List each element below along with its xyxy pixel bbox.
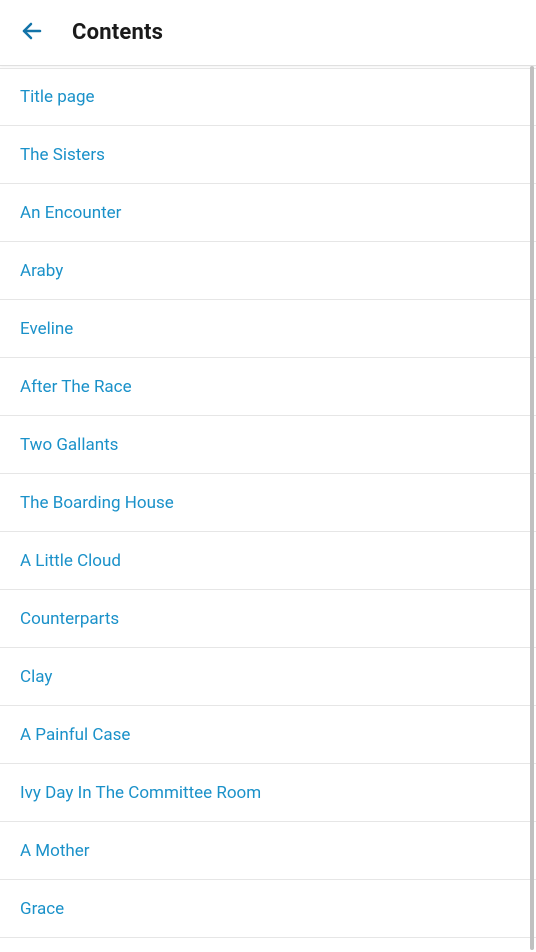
toc-item-label: Ivy Day In The Committee Room: [20, 783, 261, 803]
toc-item-an-encounter[interactable]: An Encounter: [0, 184, 536, 242]
toc-item-label: The Boarding House: [20, 493, 174, 513]
toc-item-a-mother[interactable]: A Mother: [0, 822, 536, 880]
toc-item-araby[interactable]: Araby: [0, 242, 536, 300]
toc-list: Title page The Sisters An Encounter Arab…: [0, 66, 536, 952]
back-button[interactable]: [12, 13, 52, 53]
arrow-left-icon: [20, 19, 44, 46]
toc-item-label: Grace: [20, 899, 64, 919]
toc-item-label: Araby: [20, 261, 63, 281]
toc-item-label: Clay: [20, 667, 52, 687]
toc-item-eveline[interactable]: Eveline: [0, 300, 536, 358]
header: Contents: [0, 0, 536, 66]
toc-item-after-the-race[interactable]: After The Race: [0, 358, 536, 416]
toc-item-label: Title page: [20, 87, 95, 107]
toc-item-label: An Encounter: [20, 203, 121, 223]
toc-item-a-painful-case[interactable]: A Painful Case: [0, 706, 536, 764]
toc-item-two-gallants[interactable]: Two Gallants: [0, 416, 536, 474]
toc-item-ivy-day[interactable]: Ivy Day In The Committee Room: [0, 764, 536, 822]
toc-item-title-page[interactable]: Title page: [0, 68, 536, 126]
toc-item-clay[interactable]: Clay: [0, 648, 536, 706]
toc-item-label: Two Gallants: [20, 435, 118, 455]
toc-item-label: After The Race: [20, 377, 132, 397]
toc-item-label: A Painful Case: [20, 725, 130, 745]
toc-item-label: Counterparts: [20, 609, 119, 629]
scrollbar[interactable]: [530, 66, 534, 950]
toc-item-the-sisters[interactable]: The Sisters: [0, 126, 536, 184]
toc-item-counterparts[interactable]: Counterparts: [0, 590, 536, 648]
toc-item-the-boarding-house[interactable]: The Boarding House: [0, 474, 536, 532]
toc-item-label: The Sisters: [20, 145, 105, 165]
toc-item-grace[interactable]: Grace: [0, 880, 536, 938]
toc-item-a-little-cloud[interactable]: A Little Cloud: [0, 532, 536, 590]
toc-item-label: A Little Cloud: [20, 551, 121, 571]
toc-item-label: Eveline: [20, 319, 73, 339]
toc-item-label: A Mother: [20, 841, 90, 861]
page-title: Contents: [72, 20, 163, 45]
